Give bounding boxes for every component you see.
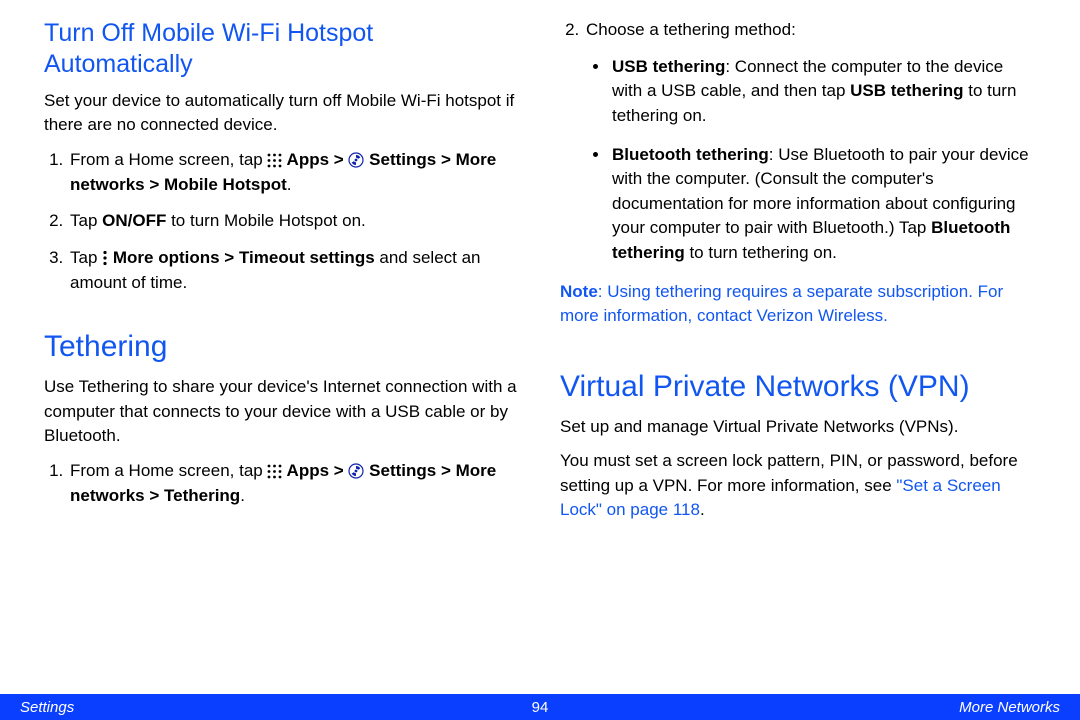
settings-gear-icon [348,148,364,173]
paragraph: Set your device to automatically turn of… [44,89,520,138]
text: : Using tethering requires a separate su… [560,282,1003,326]
bold-text: USB tethering [850,81,963,100]
text: From a Home screen, tap [70,150,267,169]
list-item: Bluetooth tethering: Use Bluetooth to pa… [610,143,1036,266]
bold-text: More options > Timeout settings [108,248,375,267]
right-column: Choose a tethering method: USB tethering… [560,18,1036,533]
step-item: Tap ON/OFF to turn Mobile Hotspot on. [68,209,520,234]
bullet-list-methods: USB tethering: Connect the computer to t… [586,55,1036,266]
text: From a Home screen, tap [70,461,267,480]
list-item: USB tethering: Connect the computer to t… [610,55,1036,129]
text: to turn Mobile Hotspot on. [166,211,365,230]
apps-grid-icon [267,459,282,484]
step-item: Choose a tethering method: USB tethering… [584,18,1036,266]
apps-grid-icon [267,148,282,173]
step-item: From a Home screen, tap Apps > Settings … [68,148,520,197]
left-column: Turn Off Mobile Wi-Fi Hotspot Automatica… [44,18,520,533]
step-item: Tap More options > Timeout settings and … [68,246,520,295]
text: . [700,500,705,519]
steps-list-tethering-continued: Choose a tethering method: USB tethering… [560,18,1036,266]
text: Tap [70,211,102,230]
bold-text: Note [560,282,598,301]
paragraph: You must set a screen lock pattern, PIN,… [560,449,1036,523]
footer-left: Settings [20,699,74,716]
section-heading-hotspot-off: Turn Off Mobile Wi-Fi Hotspot Automatica… [44,18,520,81]
bold-text: USB tethering [612,57,725,76]
text: Choose a tethering method: [586,20,796,39]
page-number: 94 [532,699,549,716]
text: . [240,486,245,505]
section-heading-tethering: Tethering [44,325,520,369]
section-heading-vpn: Virtual Private Networks (VPN) [560,365,1036,409]
bold-text: ON/OFF [102,211,166,230]
footer-right: More Networks [959,699,1060,716]
document-page: Turn Off Mobile Wi-Fi Hotspot Automatica… [0,0,1080,720]
note-text: Note: Using tethering requires a separat… [560,280,1036,329]
text: to turn tethering on. [685,243,837,262]
paragraph: Use Tethering to share your device's Int… [44,375,520,449]
text: . [287,175,292,194]
steps-list-hotspot-off: From a Home screen, tap Apps > Settings … [44,148,520,296]
text: Tap [70,248,102,267]
bold-text: Apps > [282,461,348,480]
steps-list-tethering: From a Home screen, tap Apps > Settings … [44,459,520,508]
two-column-layout: Turn Off Mobile Wi-Fi Hotspot Automatica… [0,0,1080,533]
bold-text: Bluetooth tethering [612,145,769,164]
bold-text: Apps > [282,150,348,169]
step-item: From a Home screen, tap Apps > Settings … [68,459,520,508]
paragraph: Set up and manage Virtual Private Networ… [560,415,1036,440]
page-footer: Settings 94 More Networks [0,694,1080,720]
settings-gear-icon [348,459,364,484]
